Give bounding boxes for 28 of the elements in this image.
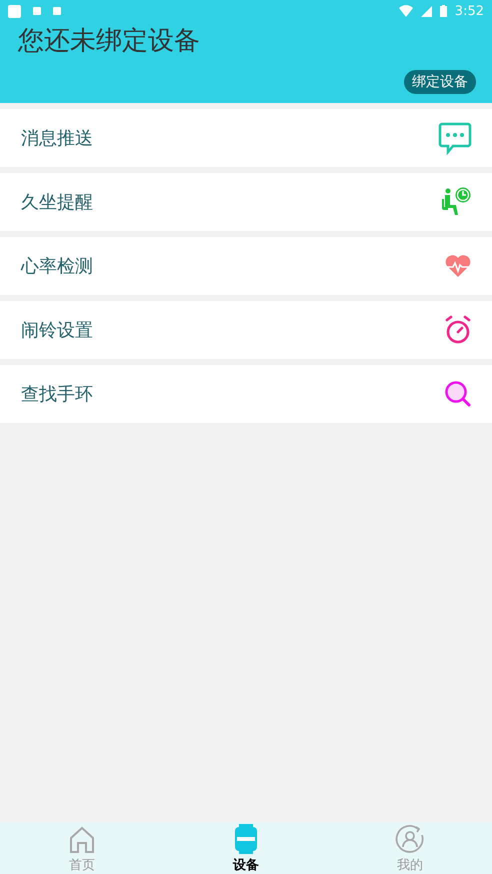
menu-item[interactable]: 心率检测 [0, 237, 492, 295]
alarm-clock-icon [444, 315, 472, 345]
signal-icon [420, 6, 432, 16]
menu-item[interactable]: 查找手环 [0, 365, 492, 423]
nav-tab[interactable]: 设备 [164, 822, 328, 874]
bind-device-button[interactable]: 绑定设备 [404, 70, 476, 94]
wifi-icon [398, 5, 413, 17]
magnifier-icon [444, 380, 472, 408]
watch-icon [234, 824, 258, 854]
menu-label: 久坐提醒 [21, 191, 93, 214]
menu-label: 查找手环 [21, 383, 93, 406]
heart-pulse-icon [444, 254, 472, 278]
battery-icon [440, 5, 447, 17]
menu-label: 心率检测 [21, 255, 93, 278]
sitting-person-clock-icon [442, 187, 472, 217]
page-title: 您还未绑定设备 [18, 25, 201, 58]
user-circle-icon [395, 824, 425, 854]
chat-bubble-icon [438, 121, 472, 155]
menu-item[interactable]: 闹铃设置 [0, 301, 492, 359]
menu-label: 消息推送 [21, 127, 93, 150]
notification-icon [33, 7, 41, 15]
notification-icon [8, 4, 21, 18]
menu-item[interactable]: 久坐提醒 [0, 173, 492, 231]
menu-item[interactable]: 消息推送 [0, 109, 492, 167]
menu-label: 闹铃设置 [21, 319, 93, 342]
clock-time: 3:52 [454, 4, 484, 18]
home-icon [69, 826, 95, 854]
notification-icon [53, 7, 61, 15]
